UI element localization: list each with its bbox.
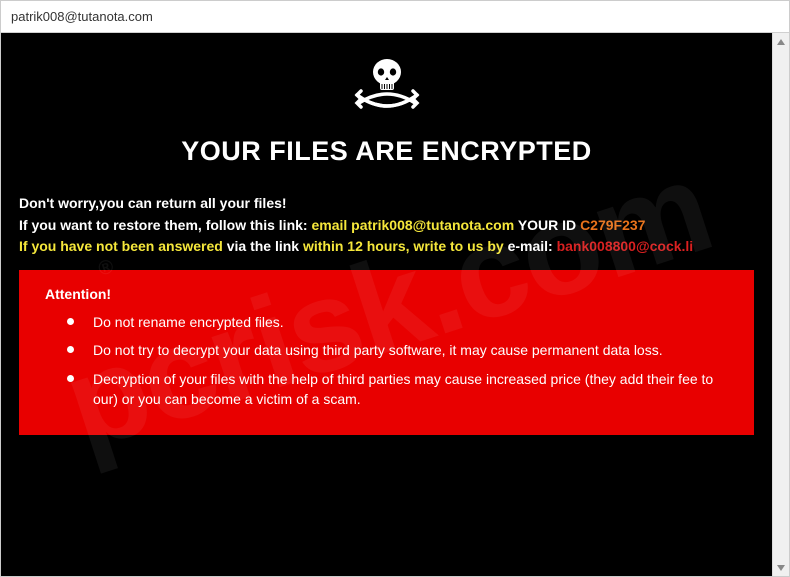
ransom-note-content: ®pcrisk.com <box>1 33 772 576</box>
text-segment: If you have not been answered <box>19 238 227 254</box>
attention-list: Do not rename encrypted files. Do not tr… <box>45 312 728 409</box>
text-segment: via the link <box>227 238 303 254</box>
content-wrap: ®pcrisk.com <box>1 33 789 576</box>
intro-line-3: If you have not been answered via the li… <box>19 236 754 258</box>
victim-id: C279F237 <box>580 217 645 233</box>
scroll-down-arrow-icon[interactable] <box>773 559 789 576</box>
your-id-label: YOUR ID <box>514 217 580 233</box>
list-item: Do not rename encrypted files. <box>67 312 728 332</box>
window-title: patrik008@tutanota.com <box>11 9 153 24</box>
contact-email-primary: email patrik008@tutanota.com <box>311 217 514 233</box>
vertical-scrollbar[interactable] <box>772 33 789 576</box>
main-heading: YOUR FILES ARE ENCRYPTED <box>19 136 754 167</box>
list-item: Decryption of your files with the help o… <box>67 369 728 410</box>
attention-box: Attention! Do not rename encrypted files… <box>19 270 754 435</box>
list-item: Do not try to decrypt your data using th… <box>67 340 728 360</box>
intro-line-2: If you want to restore them, follow this… <box>19 215 754 237</box>
text-segment: within 12 hours, write to us by <box>303 238 508 254</box>
skull-crossbones-icon <box>351 55 423 122</box>
text-segment: e-mail: <box>508 238 557 254</box>
skull-icon-block <box>19 55 754 122</box>
intro-line-1: Don't worry,you can return all your file… <box>19 193 754 215</box>
window-titlebar[interactable]: patrik008@tutanota.com <box>1 1 789 33</box>
contact-email-secondary: bank008800@cock.li <box>557 238 694 254</box>
text-segment: If you want to restore them, follow this… <box>19 217 311 233</box>
attention-title: Attention! <box>45 286 728 302</box>
scroll-up-arrow-icon[interactable] <box>773 33 789 50</box>
instructions-block: Don't worry,you can return all your file… <box>19 193 754 258</box>
